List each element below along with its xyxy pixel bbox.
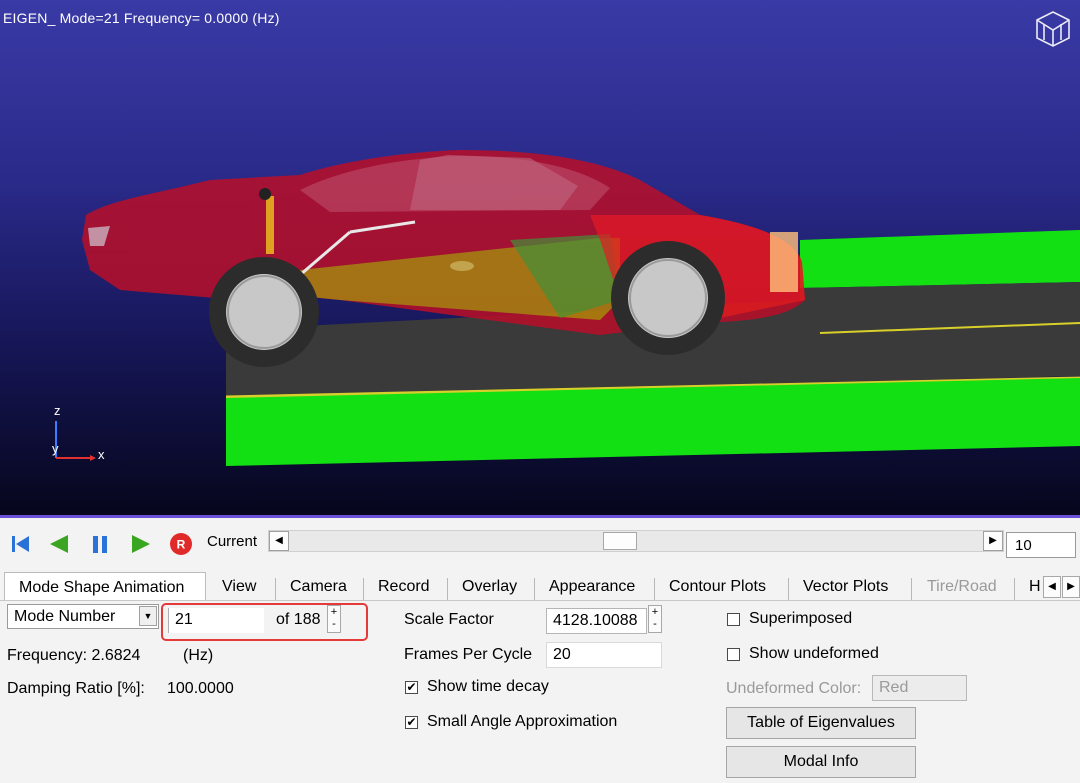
scroll-thumb[interactable] xyxy=(603,532,637,550)
rear-wheel xyxy=(611,241,725,355)
axis-z-label: z xyxy=(54,403,61,418)
damping-label: Damping Ratio [%]: xyxy=(7,680,145,697)
tab-camera[interactable]: Camera xyxy=(290,572,347,600)
undeformed-color-field: Red xyxy=(872,675,967,701)
damping-value: 100.0000 xyxy=(167,680,234,697)
show-time-decay-label: Show time decay xyxy=(427,678,549,695)
tab-record[interactable]: Record xyxy=(378,572,430,600)
tab-bar: Mode Shape Animation View Camera Record … xyxy=(0,572,1080,600)
front-wheel xyxy=(209,257,319,367)
mode-shape-panel: Mode Number ▼ 21 of 188 + - Frequency: 2.… xyxy=(0,600,1080,783)
show-undeformed-checkbox[interactable] xyxy=(727,648,740,661)
table-of-eigenvalues-button[interactable]: Table of Eigenvalues xyxy=(726,707,916,739)
tab-mode-shape-animation[interactable]: Mode Shape Animation xyxy=(4,572,206,600)
3d-viewport[interactable]: EIGEN_ Mode=21 Frequency= 0.0000 (Hz) z … xyxy=(0,0,1080,518)
scroll-right-button[interactable]: ▶ xyxy=(983,531,1003,551)
frame-count-field[interactable]: 10 xyxy=(1006,532,1076,558)
tab-vector-plots[interactable]: Vector Plots xyxy=(803,572,888,600)
play-icon[interactable] xyxy=(129,532,153,556)
axis-y-label: y xyxy=(52,441,59,456)
mode-select-value: Mode Number xyxy=(14,608,116,625)
pause-icon[interactable] xyxy=(88,532,112,556)
modal-info-button[interactable]: Modal Info xyxy=(726,746,916,778)
tab-contour-plots[interactable]: Contour Plots xyxy=(669,572,766,600)
scroll-left-button[interactable]: ◀ xyxy=(269,531,289,551)
chevron-down-icon[interactable]: ▼ xyxy=(139,606,157,626)
tab-appearance[interactable]: Appearance xyxy=(549,572,635,600)
frames-per-cycle-input[interactable]: 20 xyxy=(546,642,662,668)
scale-factor-input[interactable]: 4128.10088 xyxy=(546,608,647,634)
superimposed-label: Superimposed xyxy=(749,610,853,627)
superimposed-checkbox[interactable] xyxy=(727,613,740,626)
road-shoulder-far xyxy=(800,230,1080,288)
frequency-label: Frequency: 2.6824 xyxy=(7,647,141,664)
current-label: Current xyxy=(207,533,258,550)
mode-number-input[interactable]: 21 xyxy=(168,608,264,633)
undeformed-color-label: Undeformed Color: xyxy=(726,680,862,697)
scale-factor-label: Scale Factor xyxy=(404,611,494,628)
svg-text:R: R xyxy=(177,538,186,552)
mode-spinner[interactable]: + - xyxy=(327,605,341,633)
frequency-unit: (Hz) xyxy=(183,647,214,664)
frame-scrollbar[interactable]: ◀ ▶ xyxy=(268,530,1004,552)
animation-controls: R Current ◀ ▶ 10 Mode Shape Animation Vi… xyxy=(0,518,1080,783)
tab-overlay[interactable]: Overlay xyxy=(462,572,517,600)
tab-tire-road[interactable]: Tire/Road xyxy=(927,572,997,600)
tab-scroll-left-button[interactable]: ◀ xyxy=(1043,576,1061,598)
scale-factor-spinner[interactable]: + - xyxy=(648,605,662,633)
skip-to-start-icon[interactable] xyxy=(9,532,33,556)
car-model xyxy=(82,150,1080,466)
small-angle-label: Small Angle Approximation xyxy=(427,713,618,730)
mode-count-label: of 188 xyxy=(276,611,321,628)
show-undeformed-label: Show undeformed xyxy=(749,645,879,662)
tab-scroll-right-button[interactable]: ▶ xyxy=(1062,576,1080,598)
show-time-decay-checkbox[interactable]: ✔ xyxy=(405,681,418,694)
axis-x-label: x xyxy=(98,447,105,462)
frames-per-cycle-label: Frames Per Cycle xyxy=(404,646,533,663)
small-angle-checkbox[interactable]: ✔ xyxy=(405,716,418,729)
record-icon[interactable]: R xyxy=(169,532,193,556)
step-back-icon[interactable] xyxy=(47,532,71,556)
axis-triad: z y x xyxy=(48,403,118,473)
tab-view[interactable]: View xyxy=(222,572,256,600)
tab-h[interactable]: H xyxy=(1029,572,1041,600)
mode-select[interactable]: Mode Number ▼ xyxy=(7,604,159,629)
